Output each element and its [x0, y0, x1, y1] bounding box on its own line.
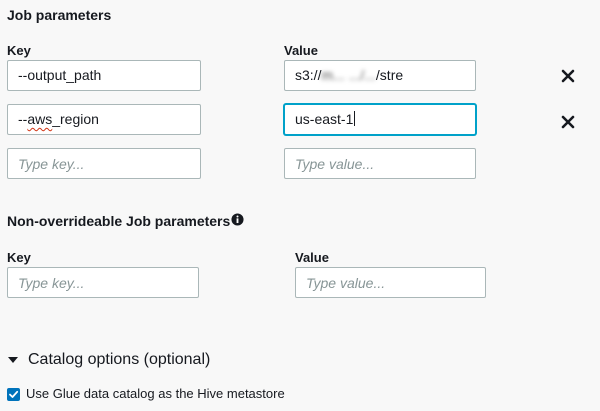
- job-param-value-suffix-1: /stre: [375, 67, 404, 83]
- job-param-value-prefix-1: s3://: [295, 67, 322, 83]
- non-overrideable-value-header: Value: [295, 250, 329, 265]
- job-parameters-key-header: Key: [7, 43, 31, 58]
- job-parameters-value-header: Value: [284, 43, 318, 58]
- job-param-new-value-input[interactable]: [284, 148, 476, 179]
- non-overrideable-value-input[interactable]: [295, 267, 486, 298]
- job-param-value-input-2[interactable]: us-east-1: [284, 104, 476, 135]
- catalog-options-title: Catalog options (optional): [28, 351, 211, 368]
- non-overrideable-key-input[interactable]: [7, 267, 199, 298]
- catalog-options-toggle[interactable]: Catalog options (optional): [7, 349, 247, 371]
- caret-down-icon: [8, 357, 18, 363]
- job-param-new-key-input[interactable]: [7, 148, 201, 179]
- job-param-key-spellcheck-2: aws: [27, 111, 53, 127]
- text-cursor: [354, 111, 356, 126]
- hive-metastore-label[interactable]: Use Glue data catalog as the Hive metast…: [26, 386, 285, 401]
- job-param-value-obscured-1: m... .../...: [321, 67, 376, 83]
- close-x-icon[interactable]: [560, 114, 576, 130]
- job-param-key-input-2[interactable]: --aws_region: [7, 104, 201, 135]
- job-param-key-suffix-2: _region: [52, 111, 99, 127]
- job-param-value-input-1[interactable]: s3://m... .../.../stre: [284, 60, 476, 91]
- job-param-value-text-2: us-east-1: [295, 111, 354, 127]
- non-overrideable-title: Non-overrideable Job parameters: [7, 213, 231, 229]
- hive-metastore-checkbox[interactable]: [7, 388, 20, 401]
- checkmark-icon: [9, 390, 19, 398]
- non-overrideable-key-header: Key: [7, 250, 31, 265]
- job-param-key-prefix-2: --: [18, 111, 28, 127]
- job-parameters-title: Job parameters: [7, 7, 112, 23]
- job-param-key-text-1: --output_path: [18, 67, 102, 83]
- info-circle-icon[interactable]: [231, 213, 244, 226]
- job-param-key-input-1[interactable]: --output_path: [7, 60, 201, 91]
- close-x-icon[interactable]: [560, 68, 576, 84]
